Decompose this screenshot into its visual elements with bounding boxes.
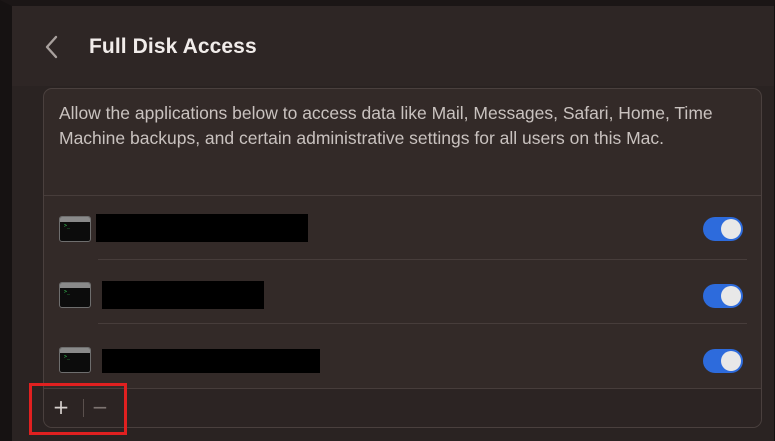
toggle-knob (721, 219, 741, 239)
app-name-redacted (102, 281, 264, 309)
header: Full Disk Access (12, 6, 774, 86)
app-access-toggle[interactable] (703, 284, 743, 308)
app-name-redacted (96, 214, 308, 242)
description-text: Allow the applications below to access d… (59, 103, 713, 148)
app-row: >_ (44, 260, 761, 324)
app-access-toggle[interactable] (703, 217, 743, 241)
chevron-left-icon (45, 35, 58, 59)
list-footer-toolbar: + − (44, 388, 761, 427)
terminal-icon: >_ (59, 216, 91, 242)
page-title: Full Disk Access (89, 35, 257, 58)
app-access-toggle[interactable] (703, 349, 743, 373)
app-name-redacted (102, 349, 320, 373)
terminal-icon: >_ (59, 282, 91, 308)
toggle-knob (721, 286, 741, 306)
app-row: >_ (44, 196, 761, 260)
full-disk-access-panel: Allow the applications below to access d… (43, 88, 762, 428)
back-button[interactable] (42, 33, 62, 61)
terminal-icon: >_ (59, 347, 91, 373)
app-row: >_ (44, 324, 761, 388)
toggle-knob (721, 351, 741, 371)
annotation-highlight-box (29, 383, 127, 435)
